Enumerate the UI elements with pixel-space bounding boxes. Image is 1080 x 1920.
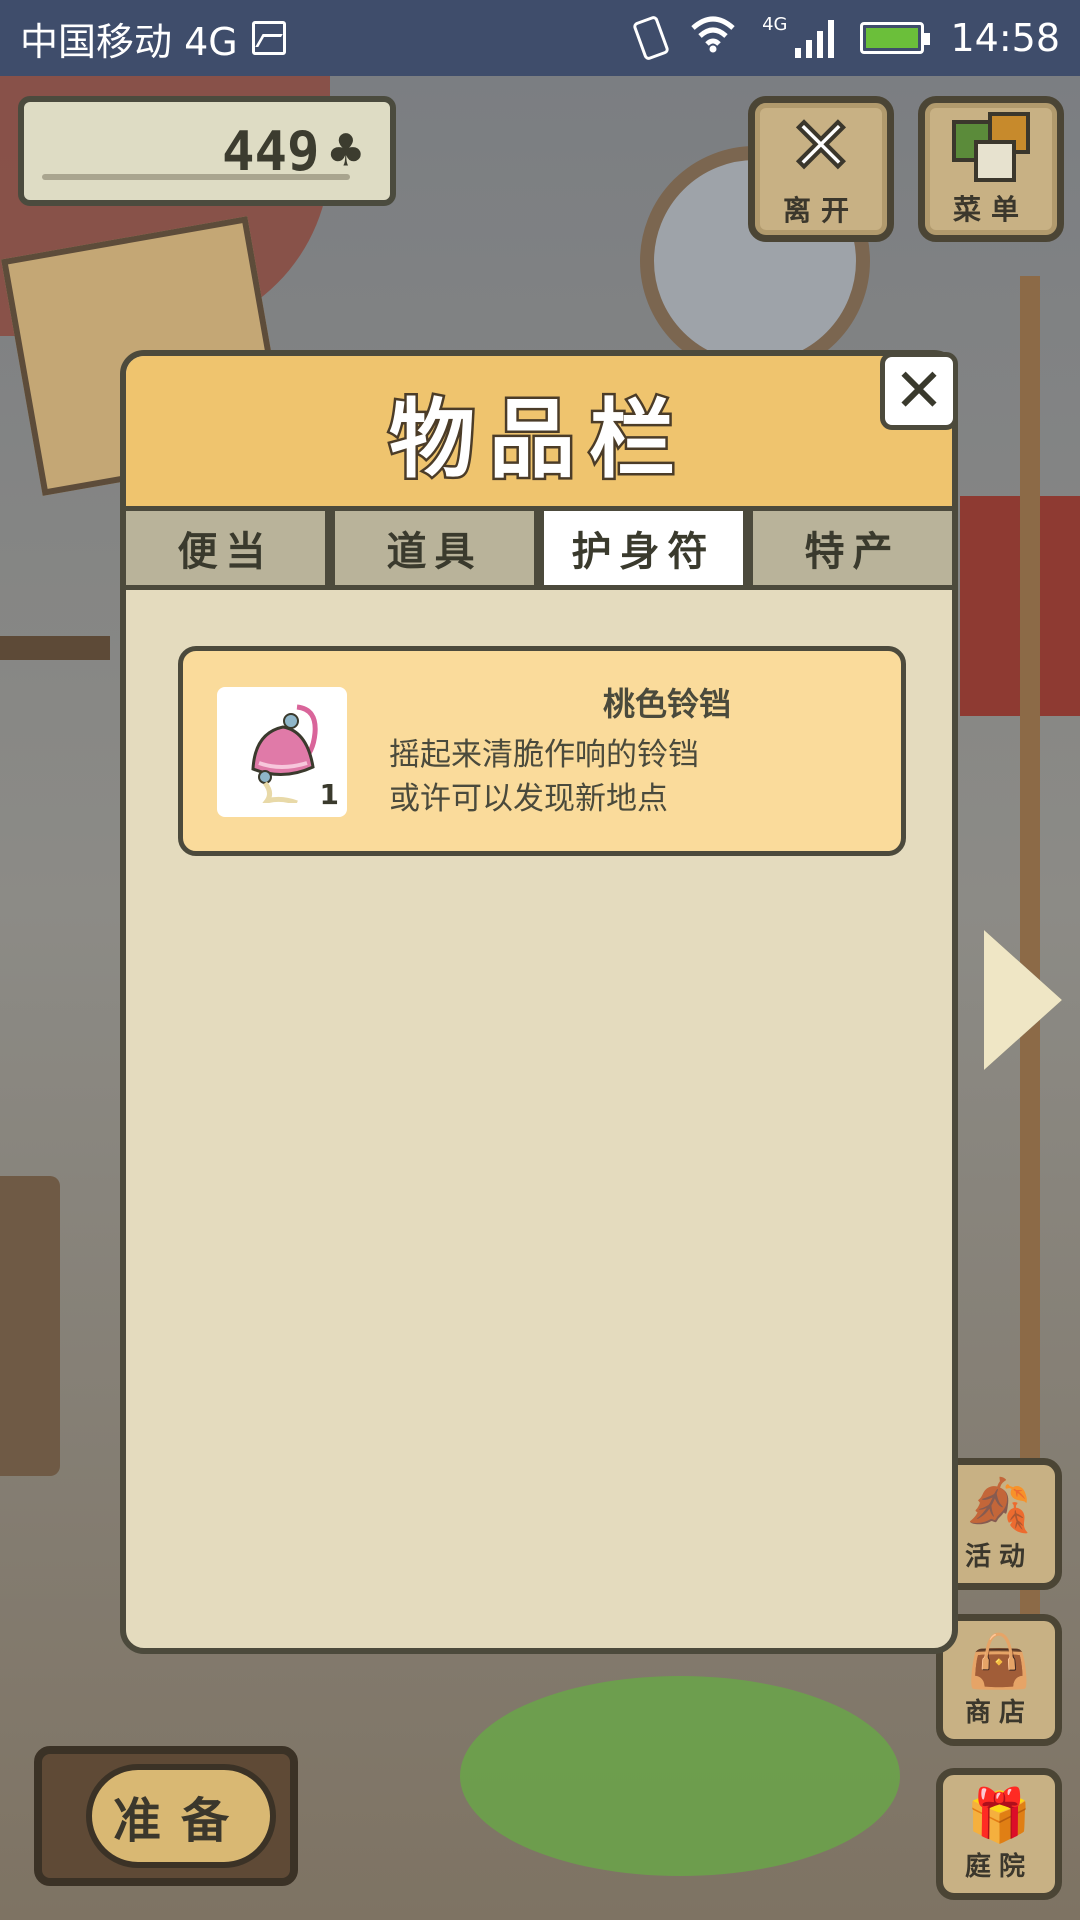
tab-bento[interactable]: 便当 [126,506,330,590]
close-button[interactable]: ✕ [880,352,958,430]
status-bar: 中国移动 4G 4G 14:58 [0,0,1080,76]
pink-bell-icon [251,704,318,803]
item-count: 1 [319,778,339,811]
network-type-label: 4G [762,13,788,35]
prepare-button[interactable]: 准备 [34,1746,298,1886]
leave-button[interactable]: ✕ 离开 [748,96,894,242]
garden-label: 庭院 [964,1852,1033,1882]
vibrate-icon [632,14,671,62]
bag-icon: 👜 [966,1632,1032,1692]
pot-decoration [0,1176,60,1476]
tab-tools[interactable]: 道具 [330,506,539,590]
tab-specialties[interactable]: 特产 [748,506,952,590]
clover-icon: ♣ [329,119,362,182]
leave-x-icon: ✕ [787,101,855,190]
dialog-header: 物品栏 [126,356,952,506]
shop-label: 商店 [964,1698,1033,1728]
item-desc-line-1: 摇起来清脆作响的铃铛 [389,737,699,773]
item-description: 摇起来清脆作响的铃铛 或许可以发现新地点 [389,733,699,821]
status-bar-left: 中国移动 4G [20,11,286,66]
item-thumbnail: 1 [217,687,347,817]
dialog-title: 物品栏 [387,387,689,492]
item-name: 桃色铃铛 [602,685,731,723]
leave-label: 离开 [782,194,859,227]
event-label: 活动 [964,1542,1033,1572]
grass-mat-decoration [460,1676,900,1876]
status-bar-right: 4G 14:58 [632,13,1060,62]
inventory-dialog: 物品栏 便当 道具 护身符 特产 1 桃色铃铛 摇起来清脆作响的铃铛 或许可以发… [120,350,958,1654]
clover-counter: 449 ♣ [18,96,396,206]
menu-cards-icon [948,110,1034,182]
inventory-item[interactable]: 1 桃色铃铛 摇起来清脆作响的铃铛 或许可以发现新地点 [178,646,906,856]
inventory-tabs: 便当 道具 护身符 特产 [126,506,952,590]
image-notification-icon [251,21,286,55]
garden-button[interactable]: 🎁 庭院 [936,1768,1062,1900]
signal-icon [795,18,835,58]
item-desc-line-2: 或许可以发现新地点 [389,781,668,817]
counter-underline [42,174,350,180]
shelf-decoration [0,636,110,660]
wifi-icon [690,15,736,62]
prepare-label: 准备 [86,1764,276,1868]
tab-charms[interactable]: 护身符 [539,506,748,590]
clock: 14:58 [950,16,1060,60]
leaf-icon: 🍂 [966,1476,1032,1536]
menu-button[interactable]: 菜单 [918,96,1064,242]
gift-box-icon: 🎁 [966,1786,1032,1846]
menu-label: 菜单 [952,193,1029,226]
next-arrow-button[interactable] [984,930,1062,1070]
carrier-label: 中国移动 4G [20,19,238,64]
battery-icon [860,22,931,54]
